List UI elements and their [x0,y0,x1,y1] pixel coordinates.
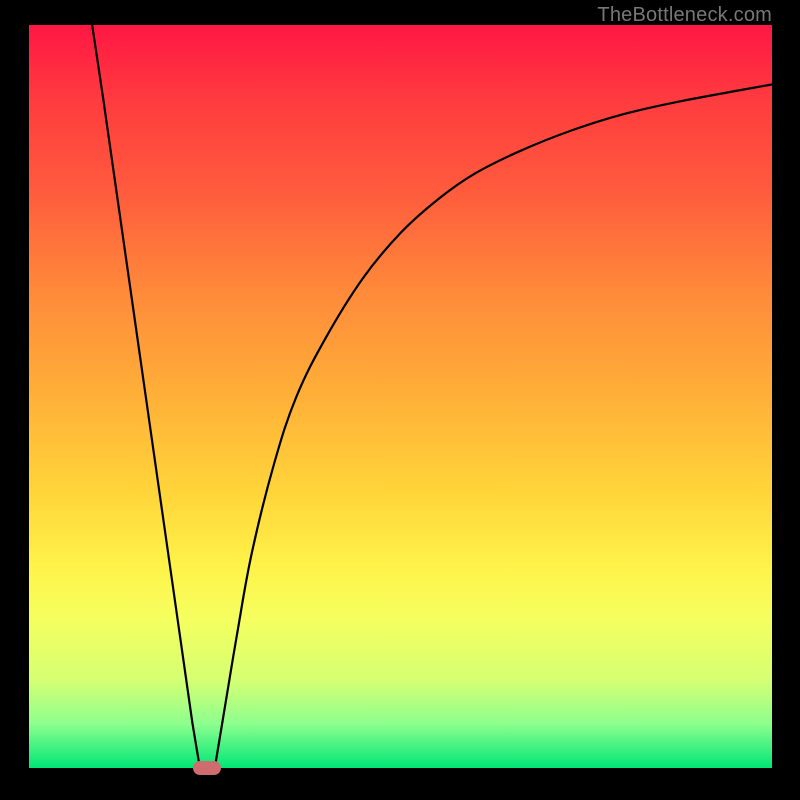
chart-minimum-marker [193,761,221,775]
watermark-text: TheBottleneck.com [597,4,772,27]
curve-left-branch [92,25,200,768]
chart-plot-area [29,25,772,768]
chart-curve [29,25,772,768]
curve-right-branch [215,84,772,768]
